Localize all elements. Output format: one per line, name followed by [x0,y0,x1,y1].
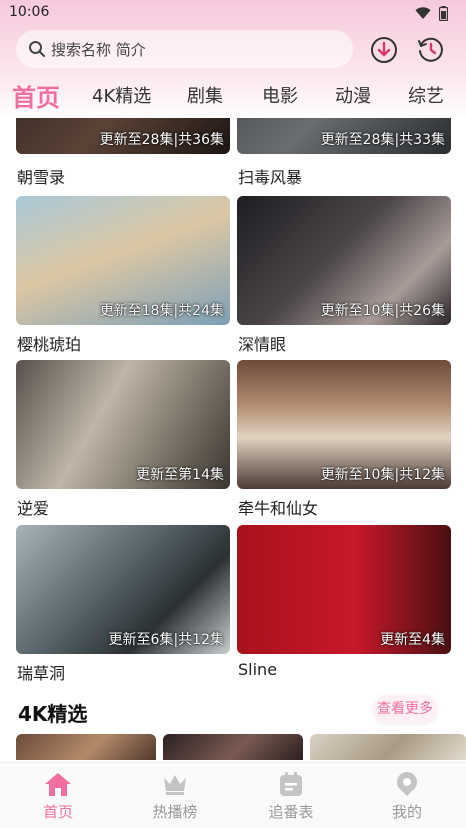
tab-anime[interactable]: 动漫 [335,82,371,108]
status-time: 10:06 [9,4,50,20]
video-card[interactable]: 更新至4集 Sline [237,525,451,679]
calendar-icon [280,772,302,796]
video-card[interactable]: 更新至28集|共36集 朝雪录 [16,118,230,187]
video-thumbnail: 更新至10集|共26集 [237,196,451,325]
nav-home[interactable]: 首页 [18,771,98,825]
video-title: 瑞草洞 [17,664,66,683]
episode-badge: 更新至6集|共12集 [108,632,224,648]
tab-home[interactable]: 首页 [12,78,60,113]
tab-variety[interactable]: 综艺 [408,82,444,108]
nav-label: 热播榜 [152,803,198,821]
video-title: 逆爱 [17,499,50,518]
home-icon [45,773,71,796]
header: 10:06 搜索名称 简介 首页 4K精选 剧集 电影 动漫 综艺 [0,0,466,120]
nav-label: 追番表 [268,803,314,821]
video-card[interactable]: 更新至18集|共24集 樱桃琥珀 [16,196,230,354]
video-title: Sline [238,660,278,679]
video-thumbnail: 更新至10集|共12集 [237,360,451,489]
search-bar[interactable]: 搜索名称 简介 [16,30,353,68]
section-title: 4K精选 [18,702,88,726]
video-title: 樱桃琥珀 [17,335,82,354]
nav-label: 首页 [42,803,73,821]
video-thumbnail[interactable] [163,734,303,760]
tab-4k[interactable]: 4K精选 [92,82,151,108]
video-title: 深情眼 [238,335,287,354]
video-thumbnail[interactable] [16,734,156,760]
video-card[interactable]: 更新至6集|共12集 瑞草洞 [16,525,230,683]
video-card[interactable]: 更新至10集|共12集 牵牛和仙女 [237,360,451,518]
history-icon[interactable] [417,36,445,64]
wifi-icon [415,7,431,19]
bottom-nav: 首页 热播榜 追番表 我的 [0,762,466,828]
video-thumbnail: 更新至4集 [237,525,451,654]
nav-label: 我的 [391,803,422,821]
tab-movies[interactable]: 电影 [262,82,298,108]
crown-icon [164,775,186,795]
episode-badge: 更新至18集|共24集 [99,303,224,319]
video-thumbnail: 更新至28集|共36集 [16,118,230,154]
episode-badge: 更新至4集 [380,632,445,648]
video-thumbnail: 更新至第14集 [16,360,230,489]
nav-schedule[interactable]: 追番表 [251,771,331,825]
view-more-button[interactable]: 查看更多 [373,695,437,723]
nav-hot[interactable]: 热播榜 [135,771,215,825]
video-thumbnail[interactable] [310,734,466,760]
video-title: 朝雪录 [17,168,66,187]
video-card[interactable]: 更新至28集|共33集 扫毒风暴 [237,118,451,187]
download-icon[interactable] [370,36,398,64]
video-thumbnail: 更新至6集|共12集 [16,525,230,654]
category-tabs: 首页 4K精选 剧集 电影 动漫 综艺 [0,76,466,116]
status-bar: 10:06 [0,0,466,26]
episode-badge: 更新至10集|共12集 [320,467,445,483]
search-placeholder: 搜索名称 简介 [51,40,146,59]
video-title: 牵牛和仙女 [238,499,319,518]
tab-series[interactable]: 剧集 [187,82,223,108]
video-title: 扫毒风暴 [238,168,303,187]
battery-icon [439,5,448,21]
status-icons [415,5,448,21]
search-icon [29,41,45,57]
profile-icon [397,772,417,796]
video-thumbnail: 更新至18集|共24集 [16,196,230,325]
video-card[interactable]: 更新至第14集 逆爱 [16,360,230,518]
video-thumbnail: 更新至28集|共33集 [237,118,451,154]
episode-badge: 更新至第14集 [136,467,224,483]
episode-badge: 更新至28集|共33集 [320,132,445,148]
nav-profile[interactable]: 我的 [367,771,447,825]
episode-badge: 更新至10集|共26集 [320,303,445,319]
video-card[interactable]: 更新至10集|共26集 深情眼 [237,196,451,354]
episode-badge: 更新至28集|共36集 [99,132,224,148]
content-area: 更新至28集|共36集 朝雪录 更新至28集|共33集 扫毒风暴 更新至18集|… [0,118,466,760]
